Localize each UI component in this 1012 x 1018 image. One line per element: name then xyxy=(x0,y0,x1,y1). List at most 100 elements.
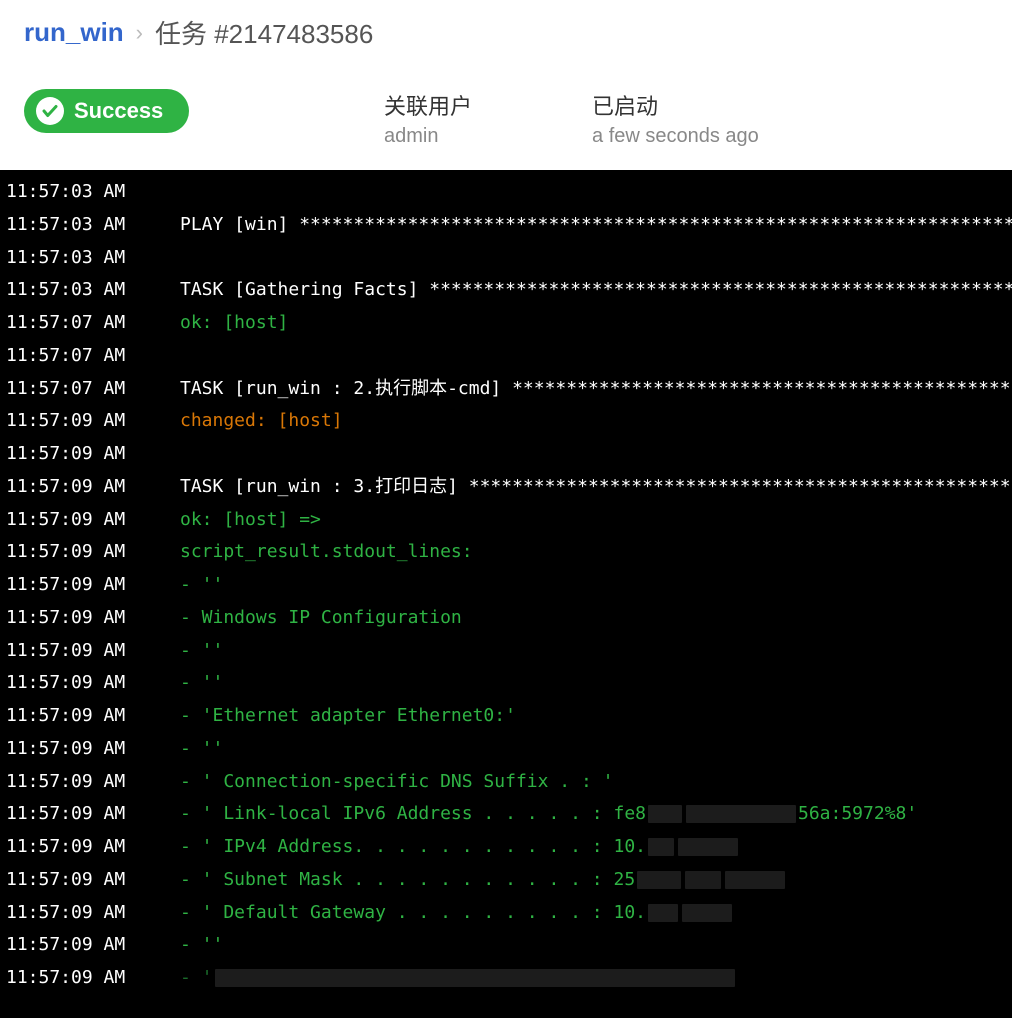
log-message: TASK [Gathering Facts] *****************… xyxy=(180,274,1012,307)
log-line: 11:57:03 AM xyxy=(6,176,1012,209)
redacted-block xyxy=(725,871,785,889)
chevron-right-icon: › xyxy=(136,20,143,46)
log-message: - '' xyxy=(180,733,1012,766)
log-line: 11:57:09 AM - '' xyxy=(6,667,1012,700)
log-message: - ' Subnet Mask . . . . . . . . . . . : … xyxy=(180,864,1012,897)
log-message: - 'Ethernet adapter Ethernet0:' xyxy=(180,700,1012,733)
log-timestamp: 11:57:09 AM xyxy=(6,733,180,766)
redacted-block xyxy=(686,805,796,823)
breadcrumb-root-link[interactable]: run_win xyxy=(24,17,124,48)
log-message xyxy=(180,176,1012,209)
log-line: 11:57:09 AM - Windows IP Configuration xyxy=(6,602,1012,635)
log-message: - '' xyxy=(180,635,1012,668)
status-label: Success xyxy=(74,98,163,124)
log-message: changed: [host] xyxy=(180,405,1012,438)
log-timestamp: 11:57:03 AM xyxy=(6,176,180,209)
log-line: 11:57:09 AM - ' Subnet Mask . . . . . . … xyxy=(6,864,1012,897)
log-line: 11:57:09 AM - '' xyxy=(6,569,1012,602)
log-timestamp: 11:57:07 AM xyxy=(6,373,180,406)
log-line: 11:57:09 AM - '' xyxy=(6,929,1012,962)
log-timestamp: 11:57:09 AM xyxy=(6,798,180,831)
log-line: 11:57:03 AMPLAY [win] ******************… xyxy=(6,209,1012,242)
log-line: 11:57:09 AM script_result.stdout_lines: xyxy=(6,536,1012,569)
log-line: 11:57:03 AMTASK [Gathering Facts] ******… xyxy=(6,274,1012,307)
log-timestamp: 11:57:09 AM xyxy=(6,405,180,438)
log-line: 11:57:09 AM - ' IPv4 Address. . . . . . … xyxy=(6,831,1012,864)
log-line: 11:57:07 AMTASK [run_win : 2.执行脚本-cmd] *… xyxy=(6,373,1012,406)
log-line: 11:57:09 AMchanged: [host] xyxy=(6,405,1012,438)
meta-started-label: 已启动 xyxy=(592,89,759,121)
log-timestamp: 11:57:09 AM xyxy=(6,962,180,995)
log-timestamp: 11:57:03 AM xyxy=(6,274,180,307)
redacted-block xyxy=(648,805,682,823)
log-timestamp: 11:57:07 AM xyxy=(6,307,180,340)
log-line: 11:57:09 AM - '' xyxy=(6,733,1012,766)
log-timestamp: 11:57:09 AM xyxy=(6,897,180,930)
log-message: ok: [host] xyxy=(180,307,1012,340)
meta-user-value: admin xyxy=(384,125,472,148)
log-timestamp: 11:57:09 AM xyxy=(6,864,180,897)
check-circle-icon xyxy=(36,97,64,125)
log-timestamp: 11:57:09 AM xyxy=(6,700,180,733)
log-message: - ' Link-local IPv6 Address . . . . . : … xyxy=(180,798,1012,831)
log-message: script_result.stdout_lines: xyxy=(180,536,1012,569)
log-timestamp: 11:57:09 AM xyxy=(6,667,180,700)
log-message: TASK [run_win : 2.执行脚本-cmd] ************… xyxy=(180,373,1012,406)
log-message: - '' xyxy=(180,569,1012,602)
log-line: 11:57:09 AMTASK [run_win : 3.打印日志] *****… xyxy=(6,471,1012,504)
log-message: - Windows IP Configuration xyxy=(180,602,1012,635)
log-line: 11:57:07 AMok: [host] xyxy=(6,307,1012,340)
log-line: 11:57:07 AM xyxy=(6,340,1012,373)
log-message: - '' xyxy=(180,929,1012,962)
log-message xyxy=(180,438,1012,471)
log-message: - '' xyxy=(180,667,1012,700)
log-timestamp: 11:57:09 AM xyxy=(6,569,180,602)
log-timestamp: 11:57:03 AM xyxy=(6,242,180,275)
redacted-block xyxy=(685,871,721,889)
log-message: PLAY [win] *****************************… xyxy=(180,209,1012,242)
log-timestamp: 11:57:09 AM xyxy=(6,766,180,799)
log-message: - ' xyxy=(180,962,1012,995)
redacted-block xyxy=(648,838,674,856)
log-timestamp: 11:57:09 AM xyxy=(6,635,180,668)
log-line: 11:57:09 AM - ' xyxy=(6,962,1012,995)
log-timestamp: 11:57:09 AM xyxy=(6,438,180,471)
meta-started-value: a few seconds ago xyxy=(592,125,759,148)
log-message: - ' IPv4 Address. . . . . . . . . . . : … xyxy=(180,831,1012,864)
redacted-block xyxy=(215,969,735,987)
log-line: 11:57:09 AM - ' Link-local IPv6 Address … xyxy=(6,798,1012,831)
log-message: - ' Connection-specific DNS Suffix . : ' xyxy=(180,766,1012,799)
log-line: 11:57:03 AM xyxy=(6,242,1012,275)
log-timestamp: 11:57:09 AM xyxy=(6,831,180,864)
log-timestamp: 11:57:09 AM xyxy=(6,471,180,504)
log-timestamp: 11:57:09 AM xyxy=(6,536,180,569)
log-line: 11:57:09 AM - ' Default Gateway . . . . … xyxy=(6,897,1012,930)
log-timestamp: 11:57:09 AM xyxy=(6,602,180,635)
log-line: 11:57:09 AM - '' xyxy=(6,635,1012,668)
redacted-block xyxy=(682,904,732,922)
redacted-block xyxy=(648,904,678,922)
log-timestamp: 11:57:09 AM xyxy=(6,504,180,537)
meta-user-label: 关联用户 xyxy=(384,89,472,121)
log-message: - ' Default Gateway . . . . . . . . . : … xyxy=(180,897,1012,930)
log-line: 11:57:09 AM - 'Ethernet adapter Ethernet… xyxy=(6,700,1012,733)
breadcrumb: run_win › 任务 #2147483586 xyxy=(0,0,1012,61)
log-timestamp: 11:57:07 AM xyxy=(6,340,180,373)
log-line: 11:57:09 AM - ' Connection-specific DNS … xyxy=(6,766,1012,799)
redacted-block xyxy=(637,871,681,889)
log-timestamp: 11:57:09 AM xyxy=(6,929,180,962)
meta-row: Success 关联用户 admin 已启动 a few seconds ago xyxy=(0,61,1012,170)
log-message: ok: [host] => xyxy=(180,504,1012,537)
log-message xyxy=(180,340,1012,373)
meta-user: 关联用户 admin xyxy=(384,89,472,148)
meta-started: 已启动 a few seconds ago xyxy=(592,89,759,148)
log-message: TASK [run_win : 3.打印日志] ****************… xyxy=(180,471,1012,504)
log-line: 11:57:09 AM xyxy=(6,438,1012,471)
log-message xyxy=(180,242,1012,275)
terminal-output[interactable]: 11:57:03 AM11:57:03 AMPLAY [win] *******… xyxy=(0,170,1012,1018)
log-timestamp: 11:57:03 AM xyxy=(6,209,180,242)
redacted-block xyxy=(678,838,738,856)
status-badge: Success xyxy=(24,89,189,133)
log-line: 11:57:09 AMok: [host] => xyxy=(6,504,1012,537)
breadcrumb-current: 任务 #2147483586 xyxy=(155,14,373,51)
